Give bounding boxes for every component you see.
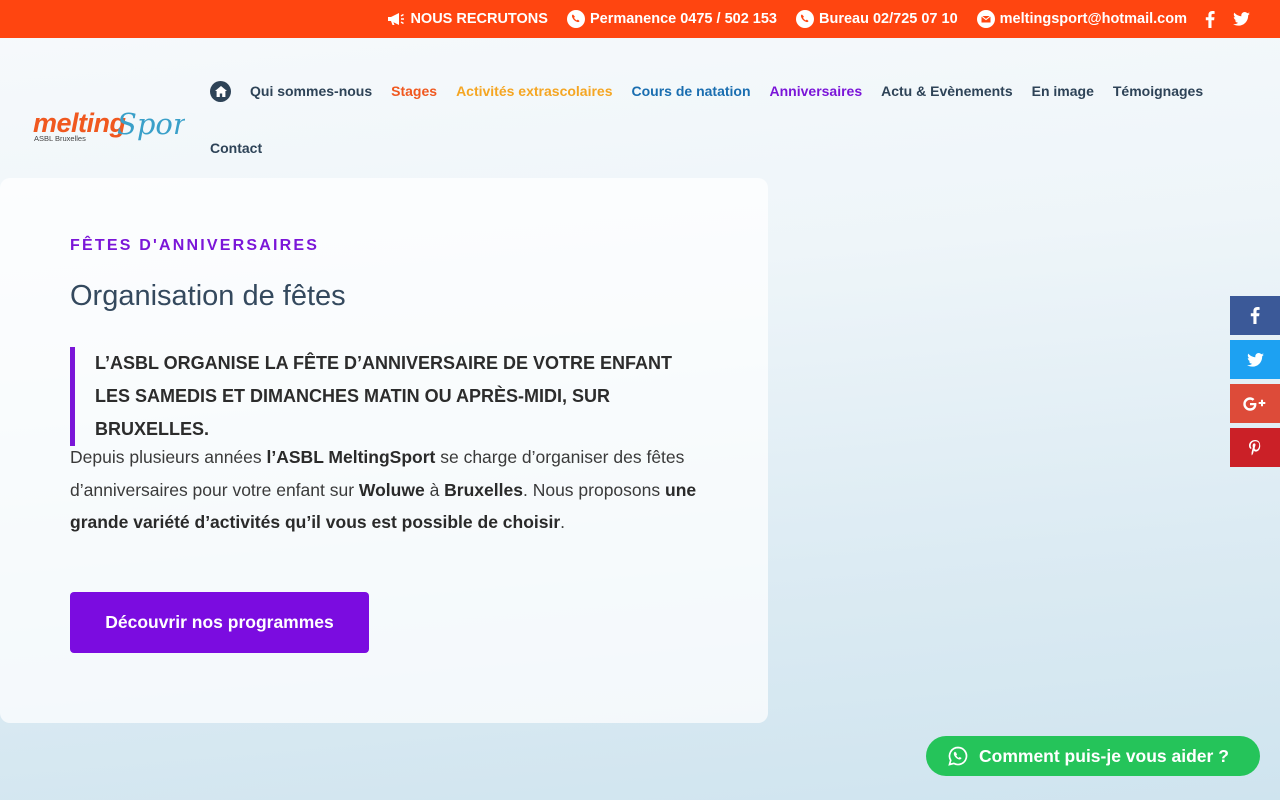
intro-paragraph: Depuis plusieurs années l’ASBL MeltingSp… xyxy=(70,441,710,539)
recruiting-link[interactable]: NOUS RECRUTONS xyxy=(387,11,548,27)
logo-tagline: ASBL Bruxelles xyxy=(34,134,86,143)
nav-item-activites-extrascolaires[interactable]: Activités extrascolaires xyxy=(456,83,612,99)
phone-icon xyxy=(795,10,814,28)
share-pinterest-button[interactable] xyxy=(1230,428,1280,467)
paragraph-bold: l’ASBL MeltingSport xyxy=(266,447,436,467)
home-icon xyxy=(214,85,227,97)
top-bar: NOUS RECRUTONS Permanence 0475 / 502 153… xyxy=(0,0,1280,38)
facebook-link[interactable] xyxy=(1205,10,1215,28)
nav-item-en-image[interactable]: En image xyxy=(1032,83,1094,99)
twitter-icon xyxy=(1246,352,1264,367)
whatsapp-icon xyxy=(948,746,968,766)
discover-programs-button[interactable]: Découvrir nos programmes xyxy=(70,592,369,653)
nav-item-stages[interactable]: Stages xyxy=(391,83,437,99)
whatsapp-help-button[interactable]: Comment puis-je vous aider ? xyxy=(926,736,1260,776)
nav-item-temoignages[interactable]: Témoignages xyxy=(1113,83,1203,99)
pinterest-icon xyxy=(1249,439,1261,455)
phone-icon xyxy=(566,10,585,28)
site-logo[interactable]: melting Sport ASBL Bruxelles xyxy=(33,100,199,148)
share-facebook-button[interactable] xyxy=(1230,296,1280,335)
nav-item-actu-evenements[interactable]: Actu & Evènements xyxy=(881,83,1012,99)
facebook-icon xyxy=(1250,307,1260,324)
paragraph-bold: Woluwe xyxy=(358,479,425,500)
recruiting-label: NOUS RECRUTONS xyxy=(410,11,548,27)
nav-item-cours-de-natation[interactable]: Cours de natation xyxy=(632,83,751,99)
twitter-link[interactable] xyxy=(1233,12,1250,26)
home-link[interactable] xyxy=(210,80,231,102)
nav-item-contact[interactable]: Contact xyxy=(210,140,262,156)
highlight-quote: L’ASBL ORGANISE LA FÊTE D’ANNIVERSAIRE D… xyxy=(70,347,710,446)
nav-item-qui-sommes-nous[interactable]: Qui sommes-nous xyxy=(250,83,372,99)
whatsapp-label: Comment puis-je vous aider ? xyxy=(979,745,1229,766)
twitter-icon xyxy=(1233,12,1250,26)
paragraph-text: à xyxy=(424,479,445,500)
nav-item-anniversaires[interactable]: Anniversaires xyxy=(770,83,863,99)
logo-sport-text: Sport xyxy=(117,107,185,141)
share-google-plus-button[interactable] xyxy=(1230,384,1280,423)
paragraph-text: . Nous proposons xyxy=(522,479,665,500)
bureau-phone[interactable]: Bureau 02/725 07 10 xyxy=(795,10,958,28)
paragraph-text: . xyxy=(560,512,566,532)
section-eyebrow: FÊTES D'ANNIVERSAIRES xyxy=(70,237,320,254)
email-label: meltingsport@hotmail.com xyxy=(999,11,1187,27)
email-link[interactable]: meltingsport@hotmail.com xyxy=(976,10,1187,28)
permanence-phone[interactable]: Permanence 0475 / 502 153 xyxy=(566,10,777,28)
share-twitter-button[interactable] xyxy=(1230,340,1280,379)
bureau-label: Bureau 02/725 07 10 xyxy=(818,11,958,27)
megaphone-icon xyxy=(388,13,405,25)
paragraph-text: Depuis plusieurs années xyxy=(70,447,267,467)
permanence-label: Permanence 0475 / 502 153 xyxy=(589,11,777,27)
google-plus-icon xyxy=(1243,396,1266,411)
main-nav: Qui sommes-nous Stages Activités extrasc… xyxy=(210,78,1260,158)
paragraph-bold: Bruxelles xyxy=(444,479,523,500)
page-title: Organisation de fêtes xyxy=(70,280,346,312)
mail-icon xyxy=(976,10,995,28)
facebook-icon xyxy=(1205,10,1215,28)
